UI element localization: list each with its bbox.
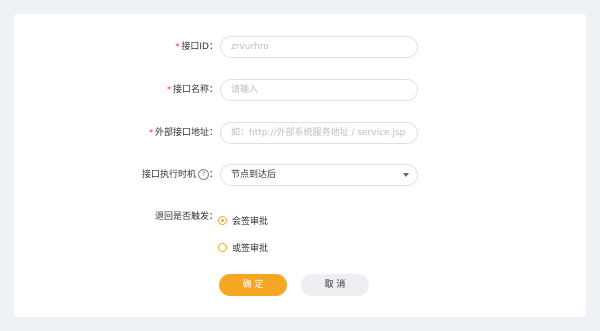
interface-id-label-text: 接口ID： [181,42,218,52]
return-trigger-label: 退回是否触发： [154,212,218,222]
exec-timing-row: 接口执行时机?： 节点到达后 [14,164,586,186]
exec-timing-label-text: 接口执行时机 [141,170,196,180]
exec-timing-colon: ： [208,170,218,180]
exec-timing-label: 接口执行时机?： [142,164,218,186]
radio-countersign-label: 会签审批 [232,216,269,227]
radio-orsign-label: 或签审批 [232,243,269,254]
external-url-label-text: 外部接口地址： [154,128,218,138]
radio-selected-icon [218,215,227,225]
radio-unselected-icon [218,242,227,252]
external-url-label: * 外部接口地址： [149,122,218,144]
interface-name-label: * 接口名称： [167,79,218,101]
required-mark: * [175,42,180,51]
radio-countersign[interactable]: 会签审批 [218,213,268,227]
cancel-button[interactable]: 取 消 [301,274,369,296]
interface-id-row: * 接口ID： zrvurhro [14,36,586,58]
form-card: * 接口ID： zrvurhro * 接口名称： 请输入 * 外部接口地址： 如：ht… [14,14,586,317]
required-mark: * [148,128,153,137]
external-url-row: * 外部接口地址： 如：http://外部系统服务地址 / service.jsp [14,122,586,144]
interface-name-label-text: 接口名称： [172,85,218,95]
help-icon[interactable]: ? [197,169,209,180]
interface-id-field[interactable]: zrvurhro [220,36,418,58]
exec-timing-value: 节点到达后 [231,170,277,180]
exec-timing-select[interactable]: 节点到达后 [220,164,418,186]
return-trigger-row: 退回是否触发： 会签审批 或签审批 [14,210,586,260]
confirm-button[interactable]: 确 定 [219,274,287,296]
interface-id-label: * 接口ID： [175,36,218,58]
actions-row: 确 定 取 消 [14,274,586,296]
radio-orsign[interactable]: 或签审批 [218,240,268,254]
interface-name-input[interactable]: 请输入 [220,79,418,101]
interface-name-row: * 接口名称： 请输入 [14,79,586,101]
required-mark: * [166,85,171,94]
external-url-input[interactable]: 如：http://外部系统服务地址 / service.jsp [220,122,418,144]
chevron-down-icon [403,173,409,177]
